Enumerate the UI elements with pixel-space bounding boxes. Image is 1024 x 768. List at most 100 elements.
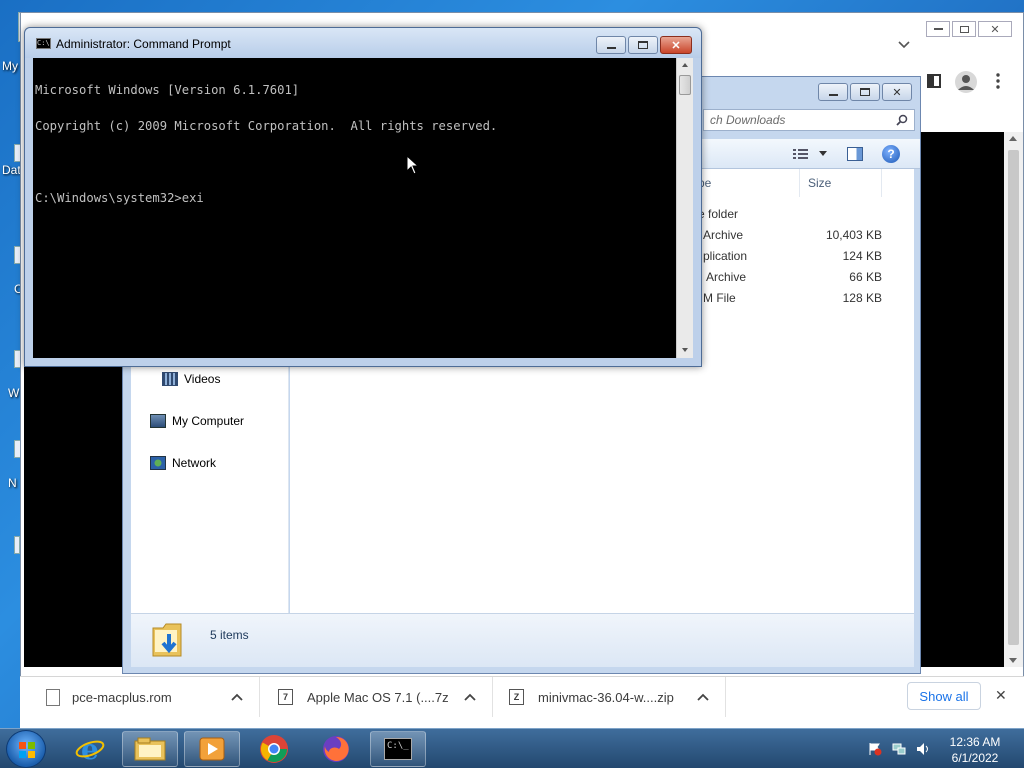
media-player-icon [199, 737, 225, 761]
cmd-taskbar-button[interactable]: C:\_ [370, 731, 426, 767]
profile-avatar-icon[interactable] [955, 71, 977, 93]
file-row[interactable]: plication 124 KB [692, 246, 882, 267]
browser-scrollbar[interactable] [1004, 132, 1023, 667]
chevron-up-icon[interactable] [464, 690, 476, 704]
minimize-button[interactable] [926, 21, 950, 37]
cmd-title-bar[interactable]: C:\ Administrator: Command Prompt ✕ [25, 28, 701, 58]
console-output[interactable]: Microsoft Windows [Version 6.1.7601] Cop… [33, 58, 676, 358]
scroll-down-icon[interactable] [682, 348, 688, 352]
console-line: Copyright (c) 2009 Microsoft Corporation… [35, 119, 498, 133]
file-row[interactable]: M File 128 KB [692, 288, 882, 309]
system-clock[interactable]: 12:36 AM 6/1/2022 [935, 734, 1015, 766]
scroll-down-icon[interactable] [1009, 658, 1017, 663]
minimize-button[interactable] [818, 83, 848, 101]
scroll-up-icon[interactable] [682, 63, 688, 67]
explorer-taskbar-button[interactable] [122, 731, 178, 767]
network-icon [150, 456, 166, 470]
search-input[interactable]: ch Downloads [703, 109, 915, 131]
file-size: 128 KB [842, 291, 882, 305]
cmd-icon: C:\_ [384, 738, 412, 760]
computer-icon [150, 414, 166, 428]
close-icon[interactable]: ✕ [995, 687, 1007, 704]
file-type: e folder [698, 207, 739, 221]
windows-logo-icon [19, 742, 35, 758]
search-icon[interactable] [896, 114, 908, 129]
item-count: 5 items [210, 628, 249, 642]
chrome-taskbar-button[interactable] [248, 731, 300, 767]
console-line: Microsoft Windows [Version 6.1.7601] [35, 83, 300, 97]
videos-icon [162, 372, 178, 386]
show-all-button[interactable]: Show all [907, 682, 981, 710]
nav-item-label: My Computer [172, 414, 245, 428]
volume-icon[interactable] [916, 742, 930, 755]
chevron-down-icon[interactable] [898, 39, 910, 51]
help-icon[interactable]: ? [882, 145, 900, 163]
window-title: Administrator: Command Prompt [56, 37, 231, 51]
file-row[interactable]: Archive 10,403 KB [692, 225, 882, 246]
nav-item-network[interactable]: Network [150, 456, 216, 470]
explorer-window-controls: ✕ [818, 83, 912, 101]
desktop-icon-label: W [8, 386, 20, 400]
chevron-down-icon[interactable] [819, 151, 827, 157]
desktop-icon-label: Dat [2, 163, 21, 177]
maximize-button[interactable] [952, 21, 976, 37]
chevron-up-icon[interactable] [231, 690, 243, 704]
action-center-flag-icon[interactable] [868, 742, 882, 756]
browser-window-controls: ✕ [926, 21, 1012, 37]
details-pane: 5 items [131, 613, 914, 667]
download-item[interactable]: Z minivmac-36.04-w....zip [493, 677, 726, 717]
column-header-size[interactable]: Size [802, 169, 882, 197]
console-prompt-line: C:\Windows\system32>exi [35, 191, 204, 205]
nav-item-my-computer[interactable]: My Computer [150, 414, 244, 428]
nav-item-label: Videos [184, 372, 221, 386]
close-button[interactable]: ✕ [978, 21, 1012, 37]
preview-pane-icon[interactable] [847, 147, 863, 161]
desktop-icon-label: N [8, 476, 17, 490]
download-filename: minivmac-36.04-w....zip [538, 689, 674, 705]
side-panel-icon[interactable] [927, 74, 941, 88]
media-player-taskbar-button[interactable] [184, 731, 240, 767]
scrollbar-thumb[interactable] [679, 75, 691, 95]
download-filename: pce-macplus.rom [72, 689, 172, 705]
file-icon [46, 688, 60, 706]
zip-icon: Z [509, 689, 524, 705]
clock-date: 6/1/2022 [951, 751, 999, 765]
minimize-button[interactable] [596, 36, 626, 54]
firefox-taskbar-button[interactable] [310, 731, 362, 767]
file-size: 10,403 KB [825, 228, 882, 242]
scroll-up-icon[interactable] [1009, 136, 1017, 141]
cmd-icon: C:\ [36, 38, 51, 49]
chevron-up-icon[interactable] [697, 690, 709, 704]
firefox-icon [323, 736, 349, 762]
file-row[interactable]: e folder [692, 204, 882, 225]
search-placeholder: ch Downloads [710, 113, 786, 127]
close-button[interactable]: ✕ [882, 83, 912, 101]
file-row[interactable]: Archive 66 KB [692, 267, 882, 288]
close-button[interactable]: ✕ [660, 36, 692, 54]
maximize-button[interactable] [628, 36, 658, 54]
download-item[interactable]: pce-macplus.rom [20, 677, 260, 717]
desktop-icon-label: My [2, 59, 18, 73]
clock-time: 12:36 AM [949, 735, 1001, 749]
internet-explorer-icon: e [75, 735, 105, 763]
download-shelf: pce-macplus.rom 7 Apple Mac OS 7.1 (....… [20, 676, 1024, 728]
chrome-icon [260, 735, 288, 763]
view-options-icon[interactable] [793, 148, 827, 160]
scrollbar-thumb[interactable] [1008, 150, 1019, 645]
column-header-type[interactable]: pe [692, 169, 800, 197]
menu-kebab-icon[interactable] [996, 73, 1000, 89]
download-item[interactable]: 7 Apple Mac OS 7.1 (....7z [260, 677, 493, 717]
start-button[interactable] [6, 730, 46, 768]
maximize-button[interactable] [850, 83, 880, 101]
file-type: Archive [703, 228, 744, 242]
cmd-window: C:\ Administrator: Command Prompt ✕ Micr… [24, 27, 702, 367]
console-scrollbar[interactable] [676, 58, 693, 358]
file-type: Archive [706, 270, 747, 284]
file-type: M File [703, 291, 736, 305]
download-filename: Apple Mac OS 7.1 (....7z [307, 689, 449, 705]
mouse-cursor-icon [406, 154, 420, 178]
ie-taskbar-button[interactable]: e [66, 731, 114, 767]
file-size: 124 KB [842, 249, 882, 263]
nav-item-videos[interactable]: Videos [162, 372, 220, 386]
network-tray-icon[interactable] [892, 742, 906, 755]
